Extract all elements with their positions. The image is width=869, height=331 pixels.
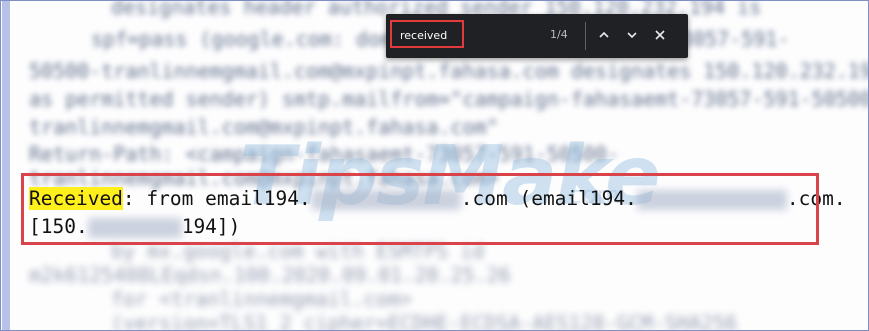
highlight-box — [21, 173, 819, 245]
match-count: 1/4 — [550, 28, 568, 41]
chevron-down-icon — [627, 32, 637, 39]
chevron-up-icon — [599, 31, 609, 38]
close-find-button[interactable] — [649, 24, 671, 46]
find-bar: received 1/4 — [386, 14, 688, 58]
find-input[interactable]: received — [390, 20, 464, 48]
blurred-line: as permitted sender) smtp.mailfrom="camp… — [29, 87, 869, 111]
blurred-line: m2k6125408LEqdsn.100.2020.09.01.20.25.26 — [29, 263, 511, 287]
divider — [585, 22, 586, 50]
blurred-line: 50500-tranlinnemgmail.com@mxpinpt.fahasa… — [29, 59, 869, 83]
window-edge — [2, 1, 10, 330]
close-icon — [655, 30, 665, 40]
email-source-view: designates header authorized sender 150.… — [0, 0, 869, 331]
blurred-line: for <tranlinnemgmail.com> — [111, 287, 413, 311]
previous-match-button[interactable] — [593, 24, 615, 46]
blurred-line: (version=TLS1_2 cipher=ECDHE-ECDSA-AES12… — [111, 311, 738, 331]
next-match-button[interactable] — [621, 24, 643, 46]
